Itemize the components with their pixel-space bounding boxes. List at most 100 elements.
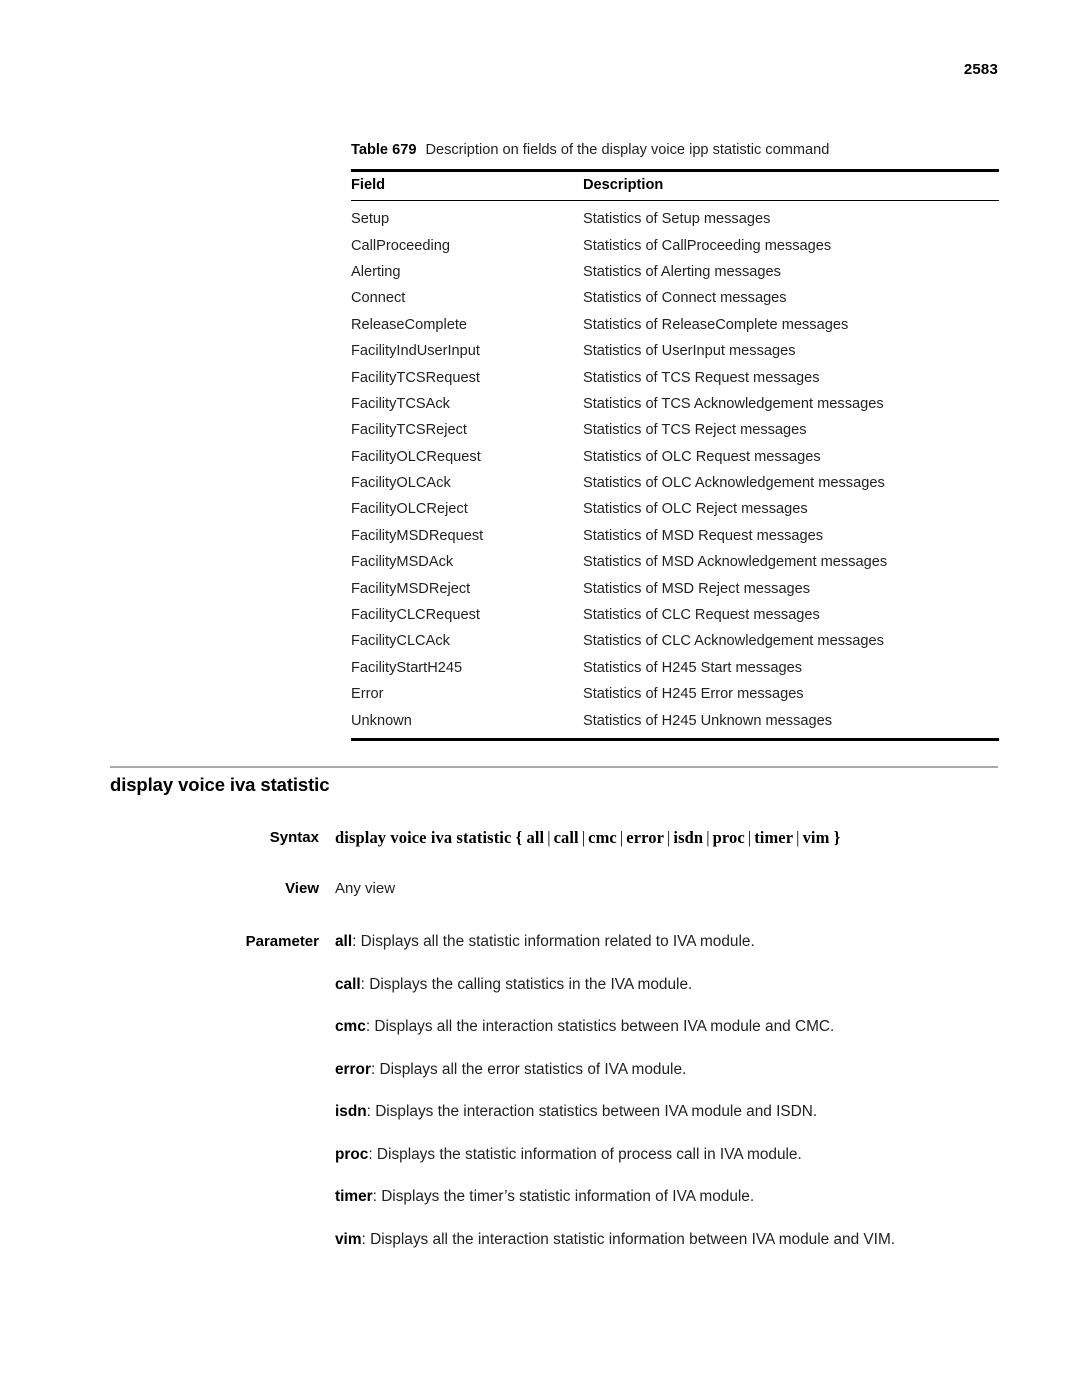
table-caption-number: Table 679 <box>351 142 417 158</box>
cell-field: Unknown <box>351 712 412 729</box>
syntax-open-brace: { <box>515 828 527 847</box>
cell-description: Statistics of TCS Request messages <box>583 369 820 386</box>
cell-description: Statistics of UserInput messages <box>583 343 796 360</box>
syntax-value: display voice iva statistic { all | call | c… <box>335 826 983 849</box>
cell-description: Statistics of MSD Reject messages <box>583 580 811 597</box>
cell-field: FacilityStartH245 <box>351 659 463 676</box>
cell-description: Statistics of MSD Request messages <box>583 527 824 544</box>
parameter-label-spacer <box>0 1185 335 1209</box>
cell-description: Statistics of TCS Reject messages <box>583 422 807 439</box>
parameter-description: isdn: Displays the interaction statistic… <box>335 1100 965 1124</box>
parameter-label-spacer <box>0 1015 335 1039</box>
parameter-text: : Displays all the error statistics of I… <box>370 1060 687 1078</box>
syntax-option-vim: vim <box>802 828 830 847</box>
table-row: Alerting Statistics of Alerting messages <box>351 259 999 285</box>
view-value: Any view <box>335 880 396 897</box>
parameter-text: : Displays the timer’s statistic informa… <box>372 1188 755 1205</box>
cell-field: FacilityCLCAck <box>351 633 450 650</box>
cell-description: Statistics of CallProceeding messages <box>583 237 832 254</box>
syntax-separator: | <box>667 828 671 847</box>
table-row: FacilityMSDReject Statistics of MSD Rejec… <box>351 575 999 601</box>
cell-field: FacilityOLCAck <box>351 475 451 492</box>
cell-field: FacilityTCSAck <box>351 395 450 412</box>
cell-description: Statistics of H245 Unknown messages <box>583 712 833 729</box>
parameter-item: error: Displays all the error statistics… <box>0 1058 1000 1082</box>
table-row: FacilityMSDRequest Statistics of MSD Requ… <box>351 523 999 549</box>
syntax-option-isdn: isdn <box>673 828 704 847</box>
table-body: Setup Statistics of Setup messages CallPro… <box>351 201 999 738</box>
parameter-description: call: Displays the calling statistics in… <box>335 973 965 997</box>
parameter-item: vim: Displays all the interaction statis… <box>0 1228 1000 1252</box>
cell-description: Statistics of Connect messages <box>583 290 787 307</box>
parameter-term-call: call <box>335 975 361 993</box>
cell-description: Statistics of Alerting messages <box>583 263 781 280</box>
parameter-item: isdn: Displays the interaction statistic… <box>0 1100 1000 1124</box>
table-header-row: Field Description <box>351 172 999 201</box>
cell-field: FacilityIndUserInput <box>351 343 480 360</box>
syntax-separator: | <box>706 828 710 847</box>
parameter-item: Parameter all: Displays all the statistic… <box>0 930 1000 954</box>
cell-description: Statistics of Setup messages <box>583 211 771 228</box>
table-row: FacilityCLCRequest Statistics of CLC Requ… <box>351 602 999 628</box>
parameter-term-error: error <box>335 1060 371 1078</box>
cell-description: Statistics of H245 Start messages <box>583 659 802 676</box>
parameter-item: call: Displays the calling statistics in… <box>0 973 1000 997</box>
page-number: 2583 <box>963 61 998 78</box>
cell-field: Error <box>351 686 384 703</box>
parameter-description: timer: Displays the timer’s statistic in… <box>335 1185 965 1209</box>
parameter-text: : Displays all the interaction statistic… <box>361 1230 896 1248</box>
column-header-field: Field <box>351 172 583 201</box>
syntax-option-cmc: cmc <box>588 828 617 847</box>
syntax-separator: | <box>796 828 800 847</box>
table-row: ReleaseComplete Statistics of ReleaseComp… <box>351 312 999 338</box>
parameter-description: error: Displays all the error statistics… <box>335 1058 965 1082</box>
cell-description: Statistics of CLC Request messages <box>583 607 820 624</box>
cell-field: FacilityCLCRequest <box>351 607 480 624</box>
syntax-separator: | <box>619 828 624 847</box>
parameter-text: : Displays the interaction statistics be… <box>366 1103 818 1120</box>
parameter-term-cmc: cmc <box>335 1018 366 1035</box>
parameter-description: cmc: Displays all the interaction statis… <box>335 1015 965 1039</box>
cell-description: Statistics of CLC Acknowledgement messag… <box>583 633 884 650</box>
cell-field: FacilityMSDAck <box>351 554 454 571</box>
parameter-item: cmc: Displays all the interaction statis… <box>0 1015 1000 1039</box>
syntax-separator: | <box>747 828 752 847</box>
table-row: FacilityOLCAck Statistics of OLC Acknowle… <box>351 470 999 496</box>
syntax-row: Syntax display voice iva statistic { all… <box>0 826 1000 849</box>
table-row: FacilityOLCReject Statistics of OLC Rejec… <box>351 496 999 522</box>
parameter-label-spacer <box>0 973 335 997</box>
table-row: Error Statistics of H245 Error messages <box>351 681 999 707</box>
table-row: FacilityCLCAck Statistics of CLC Acknowle… <box>351 628 999 654</box>
syntax-close-brace: } <box>829 828 841 847</box>
view-label: View <box>285 880 319 897</box>
cell-field: ReleaseComplete <box>351 316 468 333</box>
parameter-item: proc: Displays the statistic information… <box>0 1143 1000 1167</box>
cell-field: FacilityOLCRequest <box>351 448 481 465</box>
syntax-separator: | <box>581 828 586 847</box>
section-heading: display voice iva statistic <box>110 774 330 795</box>
table-row: FacilityTCSAck Statistics of TCS Acknowle… <box>351 391 999 417</box>
cell-field: Alerting <box>351 263 401 280</box>
syntax-option-call: call <box>553 828 579 847</box>
table-row: Connect Statistics of Connect messages <box>351 285 999 311</box>
parameter-label-spacer <box>0 1058 335 1082</box>
field-description-table: Field Description Setup Statistics of Set… <box>351 172 999 738</box>
table-row: FacilityTCSReject Statistics of TCS Rejec… <box>351 417 999 443</box>
column-header-description: Description <box>583 172 999 201</box>
parameter-label-spacer <box>0 1228 335 1252</box>
parameter-term-timer: timer <box>335 1188 373 1205</box>
table-row: FacilityTCSRequest Statistics of TCS Requ… <box>351 364 999 390</box>
cell-description: Statistics of OLC Acknowledgement messag… <box>583 475 885 492</box>
table-bottom-rule <box>351 737 999 741</box>
section-divider <box>110 766 998 768</box>
table-row: FacilityIndUserInput Statistics of UserIn… <box>351 338 999 364</box>
table-caption-text: Description on fields of the display voi… <box>425 142 830 158</box>
syntax-option-proc: proc <box>712 828 745 847</box>
command-definition-list: Syntax display voice iva statistic { all… <box>0 826 1000 910</box>
parameter-list: Parameter all: Displays all the statistic… <box>0 930 1000 1270</box>
table-row: Unknown Statistics of H245 Unknown messag… <box>351 707 999 737</box>
cell-description: Statistics of OLC Reject messages <box>583 501 808 518</box>
parameter-description: proc: Displays the statistic information… <box>335 1143 965 1167</box>
syntax-separator: | <box>547 828 551 847</box>
cell-description: Statistics of TCS Acknowledgement messag… <box>583 395 884 412</box>
